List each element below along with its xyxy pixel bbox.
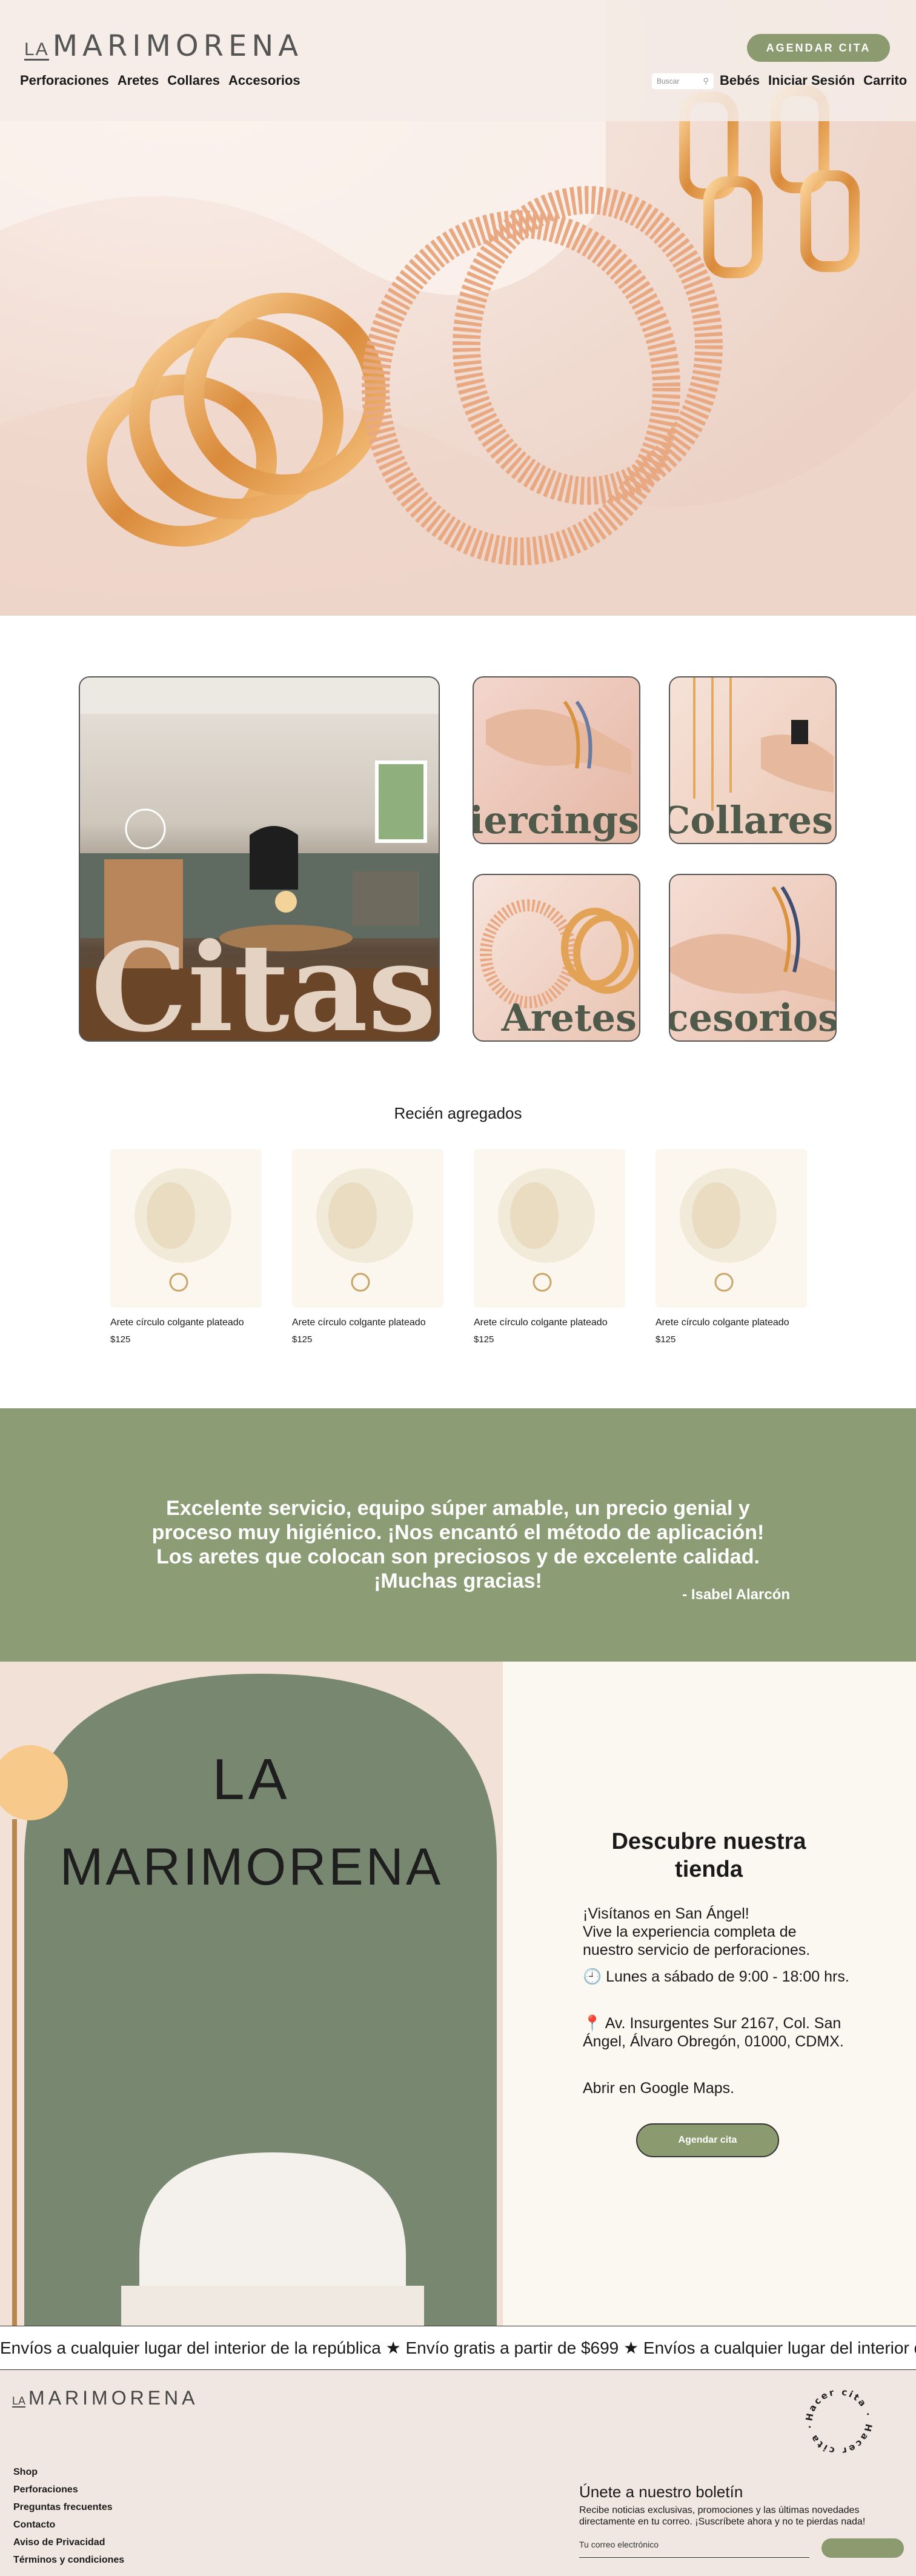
newsletter-email-field[interactable]: Tu correo electrónico [579, 2537, 809, 2558]
product-price: $125 [655, 1334, 676, 1345]
store-schedule-button[interactable]: Agendar cita [636, 2123, 779, 2157]
shipping-marquee: Envíos a cualquier lugar del interior de… [0, 2326, 916, 2370]
footer-link-perforaciones[interactable]: Perforaciones [13, 2481, 124, 2498]
product-price: $125 [292, 1334, 313, 1345]
product-name: Arete círculo colgante plateado [655, 1317, 789, 1328]
category-label-citas: Citas [91, 917, 436, 1042]
section-title-recent: Recién agregados [394, 1104, 522, 1122]
product-card[interactable]: Arete círculo colgante plateado $125 [292, 1149, 443, 1345]
category-card-collares[interactable]: Collares [669, 676, 837, 844]
product-card[interactable]: Arete círculo colgante plateado $125 [474, 1149, 625, 1345]
product-image [110, 1149, 262, 1308]
wall-sign-line1: LA [212, 1747, 291, 1812]
product-name: Arete círculo colgante plateado [474, 1317, 608, 1328]
schedule-appointment-button[interactable]: AGENDAR CITA [747, 34, 890, 62]
search-input[interactable]: Buscar ⚲ [652, 73, 714, 89]
category-card-aretes[interactable]: Aretes [473, 874, 640, 1042]
nav-accesorios[interactable]: Accesorios [228, 73, 300, 88]
search-placeholder: Buscar [657, 77, 680, 85]
store-address: 📍 Av. Insurgentes Sur 2167, Col. San Áng… [583, 2015, 844, 2050]
product-image [292, 1149, 443, 1308]
store-intro: ¡Visítanos en San Ángel! Vive la experie… [583, 1905, 811, 1959]
store-info: Descubre nuestra tienda ¡Visítanos en Sa… [503, 1662, 916, 2326]
footer-links: Shop Perforaciones Preguntas frecuentes … [13, 2463, 124, 2569]
badge-text: Hacer cita · Hacer cita · [804, 2386, 873, 2457]
category-card-citas[interactable]: Citas [79, 676, 440, 1042]
main-nav: Perforaciones Aretes Collares Accesorios [20, 73, 300, 88]
category-card-piercings[interactable]: Piercings [473, 676, 640, 844]
product-price: $125 [110, 1334, 131, 1345]
account-nav: Bebés Iniciar Sesión Carrito [720, 73, 907, 88]
product-price: $125 [474, 1334, 494, 1345]
category-label-accesorios: Accesorios [669, 996, 837, 1040]
email-placeholder: Tu correo electrónico [579, 2540, 659, 2549]
search-icon[interactable]: ⚲ [703, 76, 709, 86]
marquee-text: Envíos a cualquier lugar del interior de… [0, 2338, 916, 2357]
nav-carrito[interactable]: Carrito [863, 73, 907, 88]
logo-name: MARIMORENA [52, 29, 304, 63]
category-label-aretes: Aretes [501, 996, 637, 1040]
product-card[interactable]: Arete círculo colgante plateado $125 [110, 1149, 262, 1345]
category-label-collares: Collares [669, 798, 833, 842]
footer-link-terminos[interactable]: Términos y condiciones [13, 2551, 124, 2569]
site-footer: LA MARIMORENA Hacer cita · Hacer cita · … [0, 2370, 916, 2576]
store-photo: LA MARIMORENA [0, 1662, 503, 2326]
product-name: Arete círculo colgante plateado [292, 1317, 426, 1328]
svg-text:Hacer cita · Hacer cita ·: Hacer cita · Hacer cita · [804, 2386, 875, 2457]
footer-link-shop[interactable]: Shop [13, 2463, 124, 2481]
nav-aretes[interactable]: Aretes [118, 73, 159, 88]
footer-logo[interactable]: LA MARIMORENA [12, 2388, 198, 2408]
nav-collares[interactable]: Collares [167, 73, 220, 88]
product-name: Arete círculo colgante plateado [110, 1317, 244, 1328]
product-card[interactable]: Arete círculo colgante plateado $125 [655, 1149, 807, 1345]
newsletter-title: Únete a nuestro boletín [579, 2483, 743, 2501]
wall-sign-line2: MARIMORENA [59, 1838, 443, 1896]
appointment-badge[interactable]: Hacer cita · Hacer cita · [803, 2386, 875, 2457]
footer-link-faq[interactable]: Preguntas frecuentes [13, 2498, 124, 2516]
footer-logo-name: MARIMORENA [28, 2387, 199, 2409]
site-header: LA MARIMORENA AGENDAR CITA Perforaciones… [0, 0, 916, 121]
site-logo[interactable]: LA MARIMORENA [24, 32, 303, 61]
footer-link-privacidad[interactable]: Aviso de Privacidad [13, 2534, 124, 2551]
store-title: Descubre nuestra tienda [611, 1829, 806, 1882]
store-hours: 🕘 Lunes a sábado de 9:00 - 18:00 hrs. [583, 1968, 849, 1985]
nav-iniciar-sesion[interactable]: Iniciar Sesión [768, 73, 855, 88]
newsletter-submit-button[interactable] [821, 2538, 904, 2558]
nav-perforaciones[interactable]: Perforaciones [20, 73, 109, 88]
google-maps-link[interactable]: Abrir en Google Maps. [583, 2079, 849, 2097]
category-label-piercings: Piercings [474, 798, 639, 842]
newsletter-description: Recibe noticias exclusivas, promociones … [579, 2505, 866, 2527]
product-image [655, 1149, 807, 1308]
product-image [474, 1149, 625, 1308]
footer-logo-la: LA [12, 2395, 26, 2408]
nav-bebes[interactable]: Bebés [720, 73, 760, 88]
testimonial-author: - Isabel Alarcón [682, 1586, 790, 1603]
testimonial-quote: Excelente servicio, equipo súper amable,… [151, 1497, 765, 1593]
testimonial-section: Excelente servicio, equipo súper amable,… [0, 1408, 916, 1662]
footer-link-contacto[interactable]: Contacto [13, 2516, 124, 2534]
category-card-accesorios[interactable]: Accesorios [669, 874, 837, 1042]
logo-la: LA [24, 39, 49, 61]
